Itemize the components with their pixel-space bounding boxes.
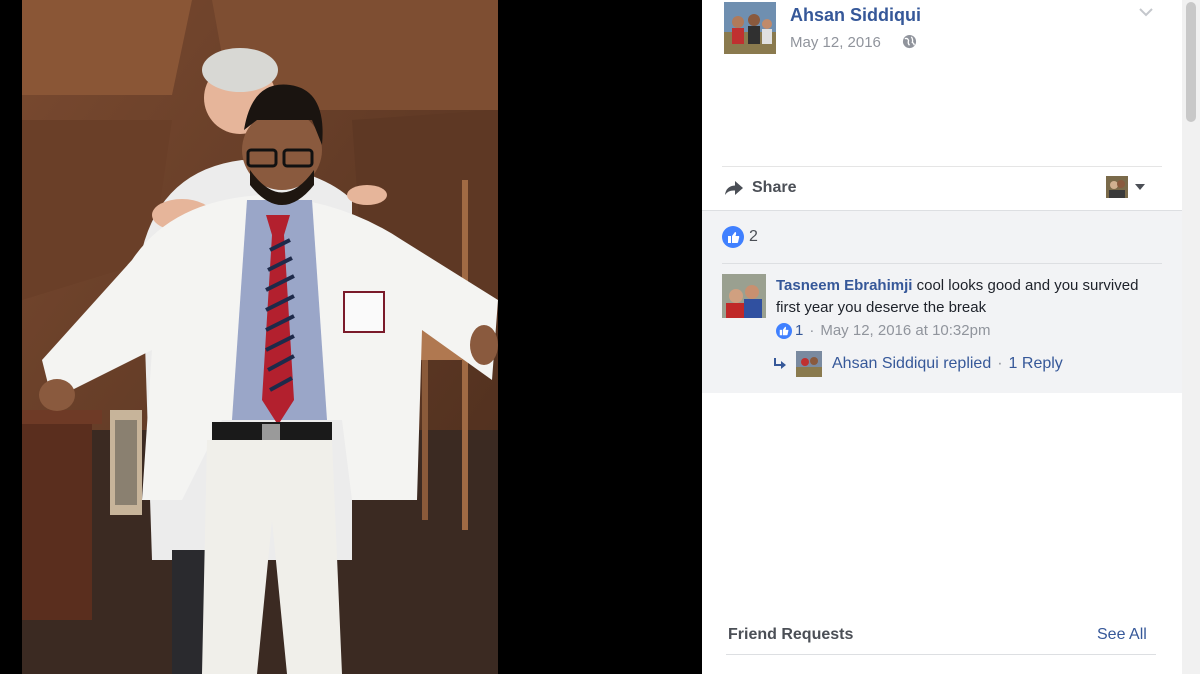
photo-viewer (0, 0, 700, 674)
scrollbar-thumb[interactable] (1186, 2, 1196, 122)
commenter-name-link[interactable]: Tasneem Ebrahimji (776, 277, 912, 294)
comment-timestamp[interactable]: May 12, 2016 at 10:32pm (820, 322, 990, 339)
like-summary[interactable]: 2 (722, 226, 758, 248)
divider (722, 166, 1162, 167)
divider (722, 263, 1162, 264)
thumbs-up-icon (722, 226, 744, 248)
comment-meta: 1 · May 12, 2016 at 10:32pm (776, 322, 990, 339)
divider (726, 654, 1156, 655)
globe-icon[interactable] (902, 34, 917, 49)
meta-separator: · (809, 322, 815, 339)
post-photo[interactable] (22, 0, 498, 674)
author-avatar[interactable] (724, 2, 776, 54)
friend-requests-heading: Friend Requests (728, 626, 854, 643)
reply-author-text: Ahsan Siddiqui replied (832, 355, 992, 372)
share-as-avatar (1106, 176, 1128, 198)
scrollbar[interactable] (1182, 0, 1200, 674)
comment-body: Tasneem Ebrahimji cool looks good and yo… (776, 275, 1146, 319)
reply-count: 1 Reply (1008, 355, 1063, 372)
chevron-down-icon[interactable] (1138, 6, 1154, 18)
view-replies-link[interactable]: Ahsan Siddiqui replied · 1 Reply (772, 351, 1063, 377)
reactions-and-comments: 2 Tasneem Ebrahimji cool looks good and … (702, 210, 1182, 393)
share-arrow-icon (725, 181, 743, 195)
share-label: Share (752, 179, 797, 196)
caret-down-icon (1135, 184, 1145, 190)
commenter-avatar[interactable] (722, 274, 766, 318)
post-detail-panel: Ahsan Siddiqui May 12, 2016 Share 2 Tasn… (702, 0, 1182, 674)
author-name-link[interactable]: Ahsan Siddiqui (790, 5, 921, 26)
reply-author-avatar (796, 351, 822, 377)
comment-like-count[interactable]: 1 (795, 322, 803, 339)
reply-separator: · (997, 355, 1003, 372)
share-button[interactable]: Share (724, 176, 796, 200)
like-count: 2 (749, 228, 758, 245)
see-all-link[interactable]: See All (1097, 626, 1147, 644)
reply-arrow-icon (774, 358, 786, 369)
share-as-selector[interactable] (1106, 176, 1146, 198)
post-timestamp[interactable]: May 12, 2016 (790, 34, 881, 51)
thumbs-up-icon (776, 322, 792, 339)
